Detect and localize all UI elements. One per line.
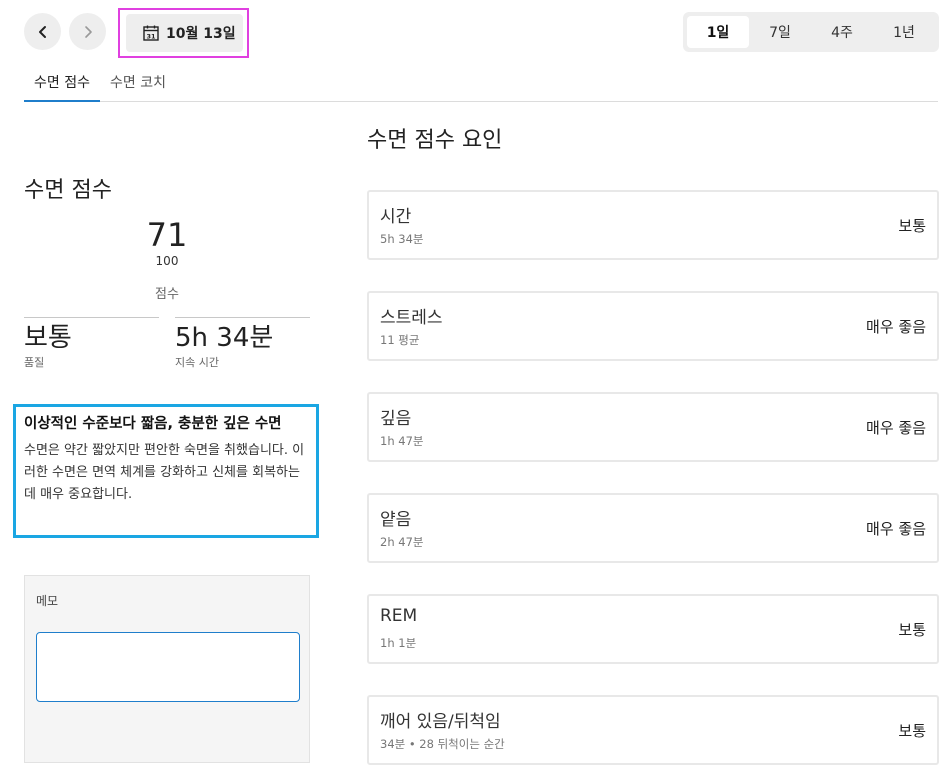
- sleep-score-label: 점수: [155, 287, 179, 302]
- sleep-factors-heading: 수면 점수 요인: [367, 128, 503, 153]
- tab-bar: 수면 점수 수면 코치: [24, 62, 938, 102]
- duration-label: 지속 시간: [175, 356, 219, 369]
- factor-name: 깊음: [380, 409, 412, 429]
- memo-panel: 메모: [24, 575, 310, 763]
- factor-card-deep[interactable]: 깊음 1h 47분 매우 좋음: [367, 392, 939, 462]
- factor-name: 시간: [380, 207, 412, 227]
- factor-name: REM: [380, 606, 418, 626]
- sleep-score-value: 71: [146, 216, 188, 254]
- range-option-7-days[interactable]: 7일: [749, 16, 811, 48]
- factor-detail: 1h 47분: [380, 434, 424, 448]
- quality-stat: 보통 품질: [24, 317, 159, 370]
- next-day-button[interactable]: [69, 13, 106, 50]
- factor-detail: 1h 1분: [380, 636, 417, 650]
- sleep-score-max: 100: [155, 254, 179, 268]
- duration-value: 5h 34분: [175, 323, 274, 353]
- chevron-right-icon: [84, 25, 92, 38]
- factor-rating: 매우 좋음: [866, 520, 926, 538]
- factor-rating: 보통: [898, 621, 926, 639]
- range-selector: 1일 7일 4주 1년: [683, 12, 939, 52]
- factor-name: 깨어 있음/뒤척임: [380, 712, 501, 732]
- factor-detail: 34분 • 28 뒤척이는 순간: [380, 737, 505, 751]
- date-highlight-frame: 31 10월 13일: [118, 8, 249, 58]
- sleep-score-heading: 수면 점수: [24, 178, 112, 203]
- factor-name: 스트레스: [380, 308, 443, 328]
- calendar-icon-day: 31: [146, 33, 156, 41]
- memo-input[interactable]: [36, 632, 300, 702]
- insight-title: 이상적인 수준보다 짧음, 충분한 깊은 수면: [24, 416, 282, 432]
- factor-card-stress[interactable]: 스트레스 11 평균 매우 좋음: [367, 291, 939, 361]
- factor-rating: 보통: [898, 722, 926, 740]
- chevron-left-icon: [38, 25, 46, 38]
- duration-stat: 5h 34분 지속 시간: [175, 317, 310, 370]
- date-picker-button[interactable]: 31 10월 13일: [126, 14, 243, 52]
- factor-detail: 11 평균: [380, 333, 420, 347]
- quality-label: 품질: [24, 356, 45, 369]
- range-option-1-year[interactable]: 1년: [873, 16, 935, 48]
- factor-detail: 2h 47분: [380, 535, 424, 549]
- previous-day-button[interactable]: [24, 13, 61, 50]
- range-option-1-day[interactable]: 1일: [687, 16, 749, 48]
- factor-detail: 5h 34분: [380, 232, 424, 246]
- tab-sleep-score[interactable]: 수면 점수: [24, 62, 100, 102]
- sleep-insight-card: 이상적인 수준보다 짧음, 충분한 깊은 수면 수면은 약간 짧았지만 편안한 …: [13, 404, 319, 538]
- range-option-4-weeks[interactable]: 4주: [811, 16, 873, 48]
- factor-card-rem[interactable]: REM 1h 1분 보통: [367, 594, 939, 664]
- quality-value: 보통: [24, 323, 72, 353]
- factor-rating: 매우 좋음: [866, 419, 926, 437]
- factor-card-awake[interactable]: 깨어 있음/뒤척임 34분 • 28 뒤척이는 순간 보통: [367, 695, 939, 765]
- factor-card-light[interactable]: 얕음 2h 47분 매우 좋음: [367, 493, 939, 563]
- factor-card-duration[interactable]: 시간 5h 34분 보통: [367, 190, 939, 260]
- factor-rating: 매우 좋음: [866, 318, 926, 336]
- calendar-icon: 31: [143, 25, 159, 41]
- insight-body: 수면은 약간 짧았지만 편안한 숙면을 취했습니다. 이러한 수면은 면역 체계…: [24, 443, 305, 502]
- tab-sleep-coach[interactable]: 수면 코치: [100, 62, 176, 102]
- memo-label: 메모: [36, 594, 59, 608]
- factor-name: 얕음: [380, 510, 412, 530]
- factor-rating: 보통: [898, 217, 926, 235]
- date-label: 10월 13일: [166, 26, 236, 42]
